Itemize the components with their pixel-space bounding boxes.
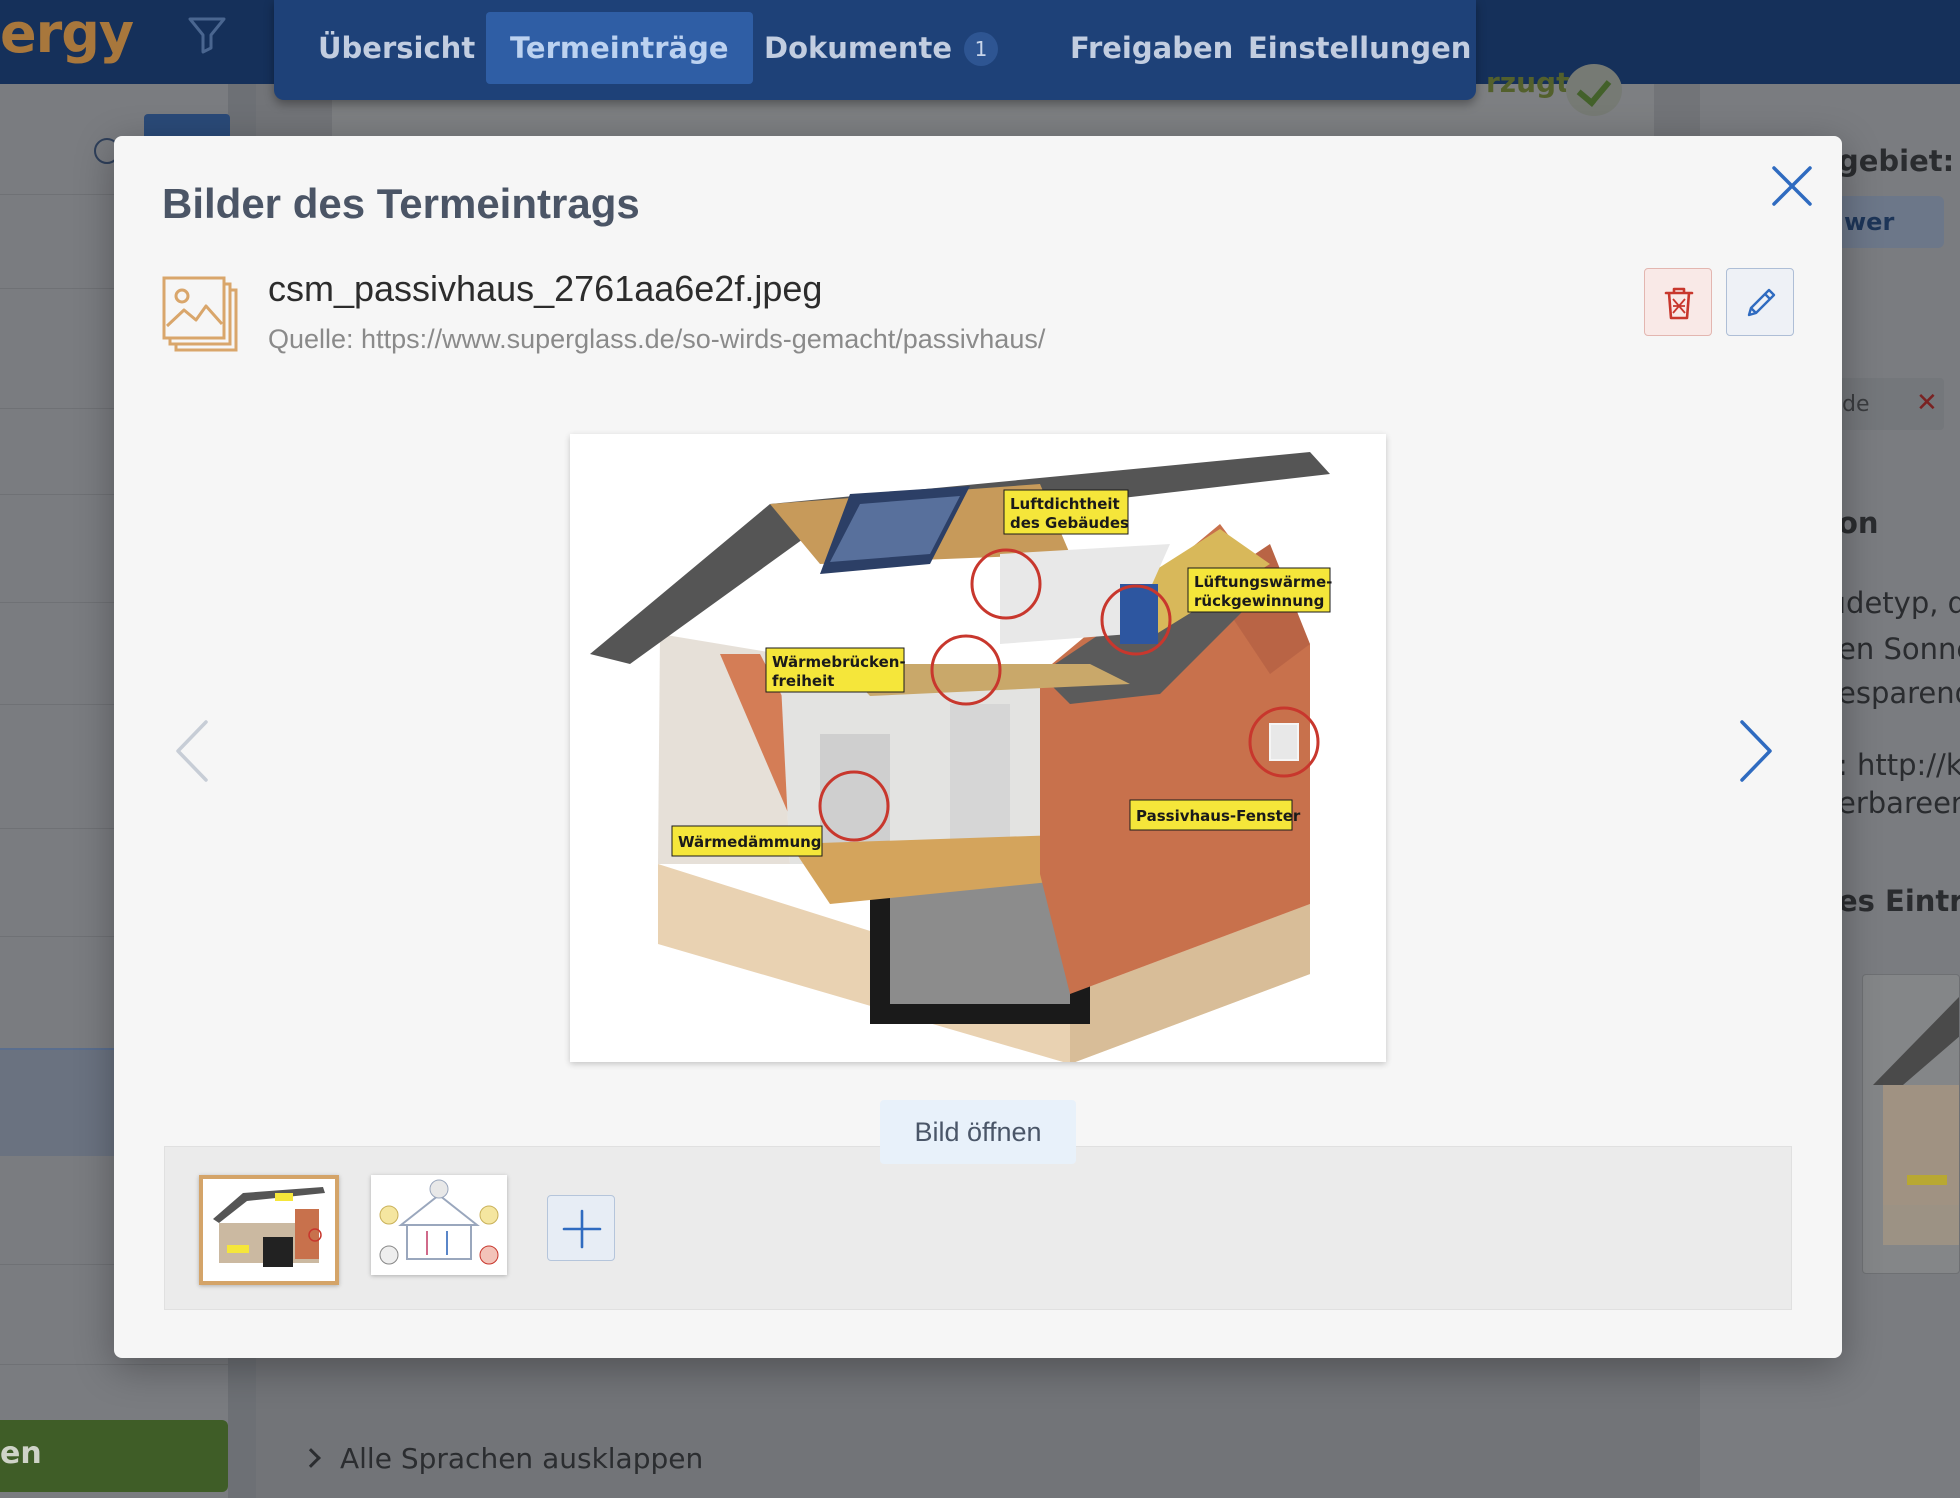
image-source: Quelle: https://www.superglass.de/so-wir… [268,324,1046,354]
edit-image-button[interactable] [1726,268,1794,336]
passivhaus-cutaway-illustration: Luftdichtheit des Gebäudes Lüftungswärme… [590,452,1332,1062]
image-file-icon [162,276,238,352]
right-link-line[interactable]: erbareene [1838,786,1960,820]
language-chip-label: de [1842,392,1870,417]
thumbnail-strip [164,1146,1792,1310]
chevron-right-icon [301,1448,321,1468]
tab-label: Einstellungen [1248,31,1472,65]
thumbnail-image-2[interactable] [371,1175,507,1275]
previous-image-arrow[interactable] [172,716,212,786]
verified-label: rzugt [1486,66,1570,99]
right-images-heading: es Eintra [1838,884,1960,918]
documents-count-badge: 1 [964,32,998,66]
thumbnail-house-cutaway [203,1179,335,1281]
image-label-gebaeude: des Gebäudes [1010,514,1129,532]
trash-icon [1664,287,1694,320]
tab-einstellungen[interactable]: Einstellungen [1224,12,1495,84]
delete-image-button[interactable] [1644,268,1712,336]
modal-title: Bilder des Termeintrags [162,180,640,227]
right-text-line: esparend [1838,676,1960,710]
sidebar-action-button[interactable]: en [0,1420,228,1492]
pencil-icon [1747,288,1776,317]
right-link-line[interactable]: : http://kc [1838,748,1960,782]
tab-label: Dokumente [764,31,952,65]
tab-label: Übersicht [318,31,476,65]
region-tag-label: wer [1844,208,1895,236]
right-heading: gebiet: [1838,144,1955,178]
add-image-button[interactable] [547,1195,615,1261]
thumbnail-image-1[interactable] [199,1175,339,1285]
image-gallery-modal: Bilder des Termeintrags csm_passivhaus_2… [114,136,1842,1358]
house-preview-image [1873,997,1959,1245]
right-text-line: en Sonne [1838,632,1960,666]
tab-label: Termeinträge [510,31,729,65]
tab-label: Freigaben [1070,31,1234,65]
right-text-line: ıdetyp, d [1838,586,1960,620]
open-image-button[interactable]: Bild öffnen [880,1100,1076,1164]
sidebar-divider [0,1364,228,1365]
image-label-waermebruecken: Wärmebrücken- [772,653,906,671]
tab-termeintraege[interactable]: Termeinträge [486,12,753,84]
close-icon[interactable] [1768,162,1816,210]
entry-image-preview[interactable] [1862,974,1960,1274]
image-label-rueckgewinnung: rückgewinnung [1194,592,1324,610]
verified-check-icon [1566,64,1622,116]
next-image-arrow[interactable] [1736,716,1776,786]
right-section-title: on [1838,506,1879,540]
filter-icon[interactable] [186,14,228,56]
main-image[interactable]: Luftdichtheit des Gebäudes Lüftungswärme… [570,434,1386,1062]
image-label-luftdichtheit: Luftdichtheit [1010,495,1120,513]
remove-chip-icon[interactable]: ✕ [1916,388,1938,418]
image-label-lueftung: Lüftungswärme- [1194,573,1332,591]
image-label-fenster: Passivhaus-Fenster [1136,807,1301,825]
image-label-waermedaemmung: Wärmedämmung [678,833,822,851]
plus-icon [562,1209,602,1249]
tab-uebersicht[interactable]: Übersicht [294,12,499,84]
thumbnail-house-diagram [371,1175,507,1275]
sidebar-action-label: en [0,1436,42,1471]
expand-languages-link[interactable]: Alle Sprachen ausklappen [301,1442,704,1475]
expand-languages-label: Alle Sprachen ausklappen [340,1442,704,1475]
main-tabs: Übersicht Termeinträge Dokumente 1 Freiga… [274,0,1476,100]
tab-dokumente[interactable]: Dokumente 1 [740,12,1022,84]
file-name: csm_passivhaus_2761aa6e2f.jpeg [268,268,823,309]
image-label-freiheit: freiheit [772,672,834,690]
brand-logo-text: ergy [0,2,134,65]
